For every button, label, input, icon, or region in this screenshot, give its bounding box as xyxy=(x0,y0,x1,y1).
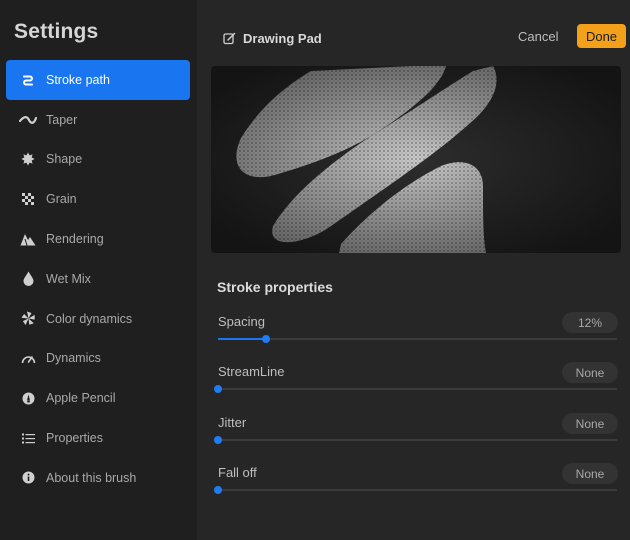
sidebar-item-properties[interactable]: Properties xyxy=(6,418,190,458)
sidebar-item-label: Rendering xyxy=(46,232,104,247)
sidebar-item-wet-mix[interactable]: Wet Mix xyxy=(6,259,190,299)
properties-icon xyxy=(15,428,41,448)
jitter-slider-knob[interactable] xyxy=(214,436,222,444)
spacing-slider-knob[interactable] xyxy=(261,335,270,343)
apple-pencil-icon xyxy=(15,388,41,408)
fall-off-slider-knob[interactable] xyxy=(214,486,222,494)
spacing-slider-fill xyxy=(218,338,266,340)
sidebar-item-label: Apple Pencil xyxy=(46,391,116,406)
drawing-pad-canvas[interactable] xyxy=(211,66,621,253)
jitter-setting: Jitter None xyxy=(214,413,618,455)
sidebar-item-label: Stroke path xyxy=(46,72,110,87)
shape-icon xyxy=(15,149,41,169)
settings-sidebar: Settings Stroke path Taper Shape Grain R… xyxy=(0,0,197,540)
jitter-label: Jitter xyxy=(218,415,247,430)
edit-icon xyxy=(223,32,236,45)
rendering-icon xyxy=(15,229,41,249)
color-dynamics-icon xyxy=(15,309,41,329)
sidebar-item-label: Properties xyxy=(46,431,103,446)
sidebar-item-apple-pencil[interactable]: Apple Pencil xyxy=(6,378,190,418)
spacing-value[interactable]: 12% xyxy=(562,312,618,333)
sidebar-item-label: Taper xyxy=(46,112,78,127)
sidebar-item-grain[interactable]: Grain xyxy=(6,179,190,219)
fall-off-slider[interactable] xyxy=(214,486,617,494)
sidebar-item-taper[interactable]: Taper xyxy=(6,100,190,140)
drawing-pad-label: Drawing Pad xyxy=(243,31,322,46)
streamline-label: StreamLine xyxy=(218,364,285,379)
drawing-pad-title[interactable]: Drawing Pad xyxy=(223,31,322,46)
sidebar-item-label: Wet Mix xyxy=(46,271,91,286)
fall-off-setting: Fall off None xyxy=(214,463,618,505)
sidebar-item-label: About this brush xyxy=(46,470,137,485)
streamline-value[interactable]: None xyxy=(562,362,618,383)
sidebar-item-shape[interactable]: Shape xyxy=(6,140,190,180)
brush-settings-panel: Drawing Pad Cancel Done Stroke propertie… xyxy=(197,0,630,540)
wet-mix-icon xyxy=(15,269,41,289)
sidebar-item-label: Shape xyxy=(46,152,83,167)
sidebar-item-color-dynamics[interactable]: Color dynamics xyxy=(6,299,190,339)
sidebar-list: Stroke path Taper Shape Grain Rendering … xyxy=(0,60,197,498)
spacing-slider[interactable] xyxy=(218,335,617,343)
streamline-slider-knob[interactable] xyxy=(214,385,222,393)
sidebar-item-label: Dynamics xyxy=(46,351,101,366)
sidebar-title: Settings xyxy=(14,20,99,43)
brush-stroke-preview xyxy=(211,66,621,253)
sidebar-item-rendering[interactable]: Rendering xyxy=(6,219,190,259)
cancel-button[interactable]: Cancel xyxy=(518,29,558,44)
spacing-label: Spacing xyxy=(218,314,265,329)
info-icon xyxy=(15,468,41,488)
jitter-slider[interactable] xyxy=(214,436,617,444)
sidebar-item-dynamics[interactable]: Dynamics xyxy=(6,339,190,379)
done-button[interactable]: Done xyxy=(577,24,626,48)
fall-off-label: Fall off xyxy=(218,465,257,480)
jitter-value[interactable]: None xyxy=(562,413,618,434)
sidebar-item-stroke-path[interactable]: Stroke path xyxy=(6,60,190,100)
stroke-path-icon xyxy=(15,70,41,90)
fall-off-value[interactable]: None xyxy=(562,463,618,484)
streamline-slider[interactable] xyxy=(214,385,617,393)
sidebar-item-about-this-brush[interactable]: About this brush xyxy=(6,458,190,498)
grain-icon xyxy=(15,189,41,209)
stroke-properties-heading: Stroke properties xyxy=(217,279,333,295)
taper-icon xyxy=(15,110,41,130)
sidebar-item-label: Grain xyxy=(46,192,77,207)
spacing-setting: Spacing 12% xyxy=(218,312,618,354)
sidebar-item-label: Color dynamics xyxy=(46,311,133,326)
streamline-setting: StreamLine None xyxy=(214,362,618,404)
dynamics-icon xyxy=(15,348,41,368)
